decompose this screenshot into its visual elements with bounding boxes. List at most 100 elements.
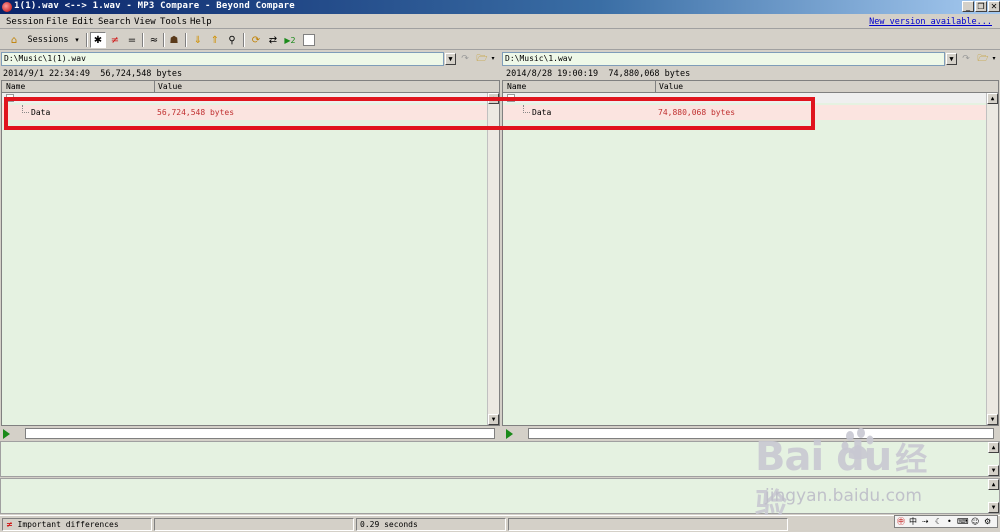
ime-keyboard-icon[interactable]: ⌨ — [957, 516, 969, 527]
menu-help[interactable]: Help — [190, 17, 212, 27]
left-path-dropdown[interactable]: ▼ — [445, 53, 456, 65]
right-path-input[interactable]: D:\Music\1.wav — [502, 52, 945, 66]
scroll-down-icon[interactable]: ▼ — [987, 414, 998, 425]
tree-line-icon — [523, 105, 530, 113]
window-title: 1(1).wav <--> 1.wav - MP3 Compare - Beyo… — [14, 1, 295, 11]
right-vertical-scrollbar[interactable]: ▲ ▼ — [986, 93, 998, 425]
play-icon[interactable] — [506, 429, 513, 439]
prev-diff-icon[interactable]: ⇑ — [207, 32, 223, 48]
left-size: 56,724,548 bytes — [100, 69, 183, 79]
left-pane[interactable]: Name Value Data 56,724,548 bytes ▲ ▼ — [1, 80, 500, 426]
left-col-value[interactable]: Value — [158, 82, 182, 91]
refresh-icon[interactable]: ⟳ — [248, 32, 264, 48]
scroll-up-icon[interactable]: ▲ — [987, 93, 998, 104]
left-path-input[interactable]: D:\Music\1(1).wav — [1, 52, 444, 66]
sessions-button[interactable]: Sessions — [24, 32, 72, 48]
right-row-name: Data — [532, 108, 552, 117]
rules-icon[interactable]: ☗ — [166, 32, 182, 48]
app-icon — [2, 2, 12, 12]
left-root-row — [2, 93, 499, 103]
not-equal-icon: ≠ — [6, 520, 13, 529]
timing-status: 0.29 seconds — [356, 518, 506, 531]
right-swap-icon[interactable]: ↷ — [959, 53, 973, 65]
ime-dot-icon[interactable]: • — [947, 516, 952, 527]
scroll-down-icon[interactable]: ▼ — [988, 502, 999, 513]
close-button[interactable]: ✕ — [988, 1, 1000, 12]
menu-tools[interactable]: Tools — [160, 17, 187, 27]
left-overview-bar[interactable] — [25, 428, 495, 439]
right-path-dropdown[interactable]: ▼ — [946, 53, 957, 65]
status-blank — [154, 518, 354, 531]
right-file-info: 2014/8/28 19:00:19 74,880,068 bytes — [506, 69, 690, 79]
right-data-row[interactable]: Data 74,880,068 bytes — [503, 105, 998, 120]
ime-punct-icon[interactable]: ⇢ — [922, 516, 929, 527]
left-folder-icon[interactable]: 🗁 — [475, 53, 489, 65]
left-row-name: Data — [31, 108, 51, 117]
toolbar-separator — [185, 33, 187, 47]
right-col-value[interactable]: Value — [659, 82, 683, 91]
minimize-button[interactable]: _ — [962, 1, 974, 12]
ime-moon-icon[interactable]: ☾ — [935, 516, 942, 527]
chevron-down-icon[interactable]: ▾ — [72, 32, 82, 48]
menu-edit[interactable]: Edit — [72, 17, 94, 27]
menu-session[interactable]: Session — [6, 17, 44, 27]
title-bar: 1(1).wav <--> 1.wav - MP3 Compare - Beyo… — [0, 0, 1000, 14]
ime-lang[interactable]: 中 — [909, 516, 917, 527]
toolbar-separator — [243, 33, 245, 47]
right-overview-bar[interactable] — [528, 428, 994, 439]
filter-label: Important differences — [17, 520, 119, 529]
home-icon[interactable]: ⌂ — [6, 32, 22, 48]
left-col-name[interactable]: Name — [6, 82, 25, 91]
next-diff-icon[interactable]: ⇓ — [190, 32, 206, 48]
toolbar-separator — [163, 33, 165, 47]
menu-view[interactable]: View — [134, 17, 156, 27]
play-icon[interactable] — [3, 429, 10, 439]
right-size: 74,880,068 bytes — [608, 69, 691, 79]
maximize-button[interactable]: ❐ — [975, 1, 987, 12]
left-vertical-scrollbar[interactable]: ▲ ▼ — [487, 93, 499, 425]
toolbar: ⌂ Sessions ▾ ✱ ≠ = ≈ ☗ ⇓ ⇑ ⚲ ⟳ ⇄ ▶2 — [0, 30, 1000, 50]
left-data-row[interactable]: Data 56,724,548 bytes — [2, 105, 499, 120]
status-blank-2 — [508, 518, 788, 531]
scroll-down-icon[interactable]: ▼ — [488, 414, 499, 425]
chevron-down-icon[interactable]: ▾ — [990, 53, 998, 65]
scroll-up-icon[interactable]: ▲ — [988, 442, 999, 453]
menu-file[interactable]: File — [46, 17, 68, 27]
ime-settings-icon[interactable]: ⚙ — [984, 516, 991, 527]
options-checkbox[interactable] — [303, 34, 315, 46]
right-nav-row — [504, 428, 999, 440]
column-separator — [655, 81, 656, 93]
chevron-down-icon[interactable]: ▾ — [489, 53, 497, 65]
new-version-link[interactable]: New version available... — [869, 17, 992, 27]
tree-node-icon[interactable] — [6, 94, 14, 102]
menu-search[interactable]: Search — [98, 17, 131, 27]
left-swap-icon[interactable]: ↷ — [458, 53, 472, 65]
column-separator — [154, 81, 155, 93]
right-row-value: 74,880,068 bytes — [658, 108, 736, 117]
play-next-icon[interactable]: ▶2 — [282, 32, 298, 48]
filter-status[interactable]: ≠ Important differences — [2, 518, 152, 531]
tree-node-icon[interactable] — [507, 94, 515, 102]
right-root-row — [503, 93, 998, 103]
toolbar-separator — [142, 33, 144, 47]
ime-toolbar[interactable]: ㊥ 中 ⇢ ☾ • ⌨ ☺ ⚙ — [894, 515, 998, 528]
right-date: 2014/8/28 19:00:19 — [506, 69, 599, 79]
right-col-name[interactable]: Name — [507, 82, 526, 91]
left-file-info: 2014/9/1 22:34:49 56,724,548 bytes — [3, 69, 182, 79]
scroll-up-icon[interactable]: ▲ — [488, 93, 499, 104]
menu-bar: Session File Edit Search View Tools Help… — [0, 15, 1000, 29]
show-all-button[interactable]: ✱ — [90, 32, 106, 48]
right-pane[interactable]: Name Value Data 74,880,068 bytes ▲ ▼ — [502, 80, 999, 426]
swap-icon[interactable]: ⇄ — [265, 32, 281, 48]
similar-button[interactable]: ≈ — [146, 32, 162, 48]
ime-user-icon[interactable]: ☺ — [971, 516, 979, 527]
scroll-down-icon[interactable]: ▼ — [988, 465, 999, 476]
show-diffs-button[interactable]: ≠ — [107, 32, 123, 48]
scroll-up-icon[interactable]: ▲ — [988, 479, 999, 490]
left-date: 2014/9/1 22:34:49 — [3, 69, 90, 79]
ime-logo-icon[interactable]: ㊥ — [897, 516, 905, 527]
find-icon[interactable]: ⚲ — [224, 32, 240, 48]
show-same-button[interactable]: = — [124, 32, 140, 48]
right-folder-icon[interactable]: 🗁 — [976, 53, 990, 65]
left-column-header: Name Value — [2, 81, 499, 93]
